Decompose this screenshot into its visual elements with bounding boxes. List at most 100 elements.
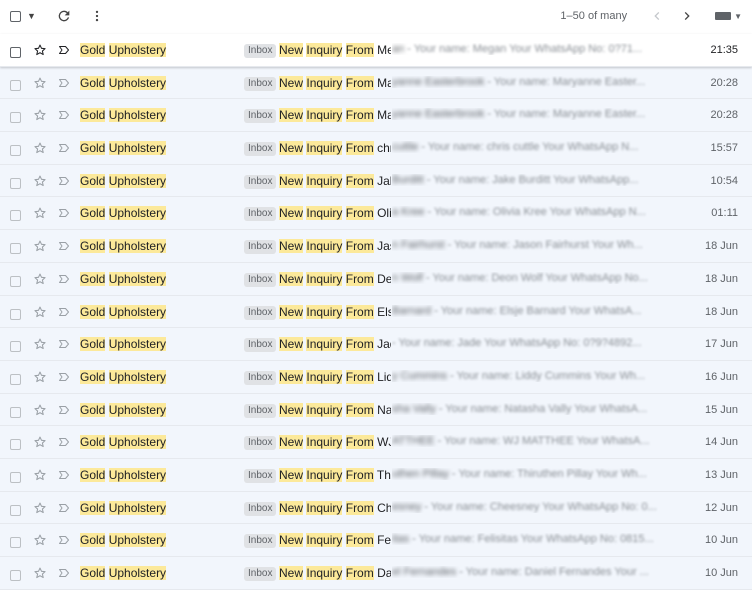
importance-marker-icon[interactable] [58,436,70,448]
row-checkbox[interactable] [10,110,21,128]
inbox-label-badge[interactable]: Inbox [244,501,277,516]
star-icon[interactable] [33,305,47,319]
refresh-icon[interactable] [56,8,72,24]
email-row[interactable]: Gold Upholstery Inbox New Inquiry From D… [0,262,752,296]
star-icon[interactable] [33,206,47,220]
row-checkbox[interactable] [10,241,21,259]
importance-marker-icon[interactable] [58,142,70,154]
subject-name-blurred: yanne Easterbrook [392,75,485,88]
importance-marker-icon[interactable] [58,306,70,318]
email-row[interactable]: Gold Upholstery Inbox New Inquiry From O… [0,197,752,231]
importance-marker-icon[interactable] [58,44,70,56]
email-row[interactable]: Gold Upholstery Inbox New Inquiry From M… [0,99,752,133]
star-icon[interactable] [33,370,47,384]
importance-marker-icon[interactable] [58,502,70,514]
star-icon[interactable] [33,43,47,57]
more-options-icon[interactable] [90,8,104,24]
pagination-range[interactable]: 1–50 of many [560,10,627,22]
inbox-label-badge[interactable]: Inbox [244,76,277,91]
importance-marker-icon[interactable] [58,404,70,416]
email-row[interactable]: Gold Upholstery Inbox New Inquiry From F… [0,524,752,557]
inbox-label-badge[interactable]: Inbox [244,174,277,189]
star-icon[interactable] [33,174,47,188]
row-checkbox[interactable] [10,45,21,63]
importance-marker-icon[interactable] [58,371,70,383]
row-checkbox[interactable] [10,274,21,292]
email-row[interactable]: Gold Upholstery Inbox New Inquiry From D… [0,557,752,590]
inbox-label-badge[interactable]: Inbox [244,370,277,385]
email-row[interactable]: Gold Upholstery Inbox New Inquiry From J… [0,328,752,361]
importance-marker-icon[interactable] [58,338,70,350]
star-icon[interactable] [33,239,47,253]
sender-word: Gold [80,75,106,90]
row-checkbox[interactable] [10,568,21,586]
importance-marker-icon[interactable] [58,207,70,219]
email-preview: - Your name: chris cuttle Your WhatsApp … [418,141,639,154]
importance-marker-icon[interactable] [58,567,70,579]
email-row[interactable]: Gold Upholstery Inbox New Inquiry From N… [0,393,752,427]
email-row[interactable]: Gold Upholstery Inbox New Inquiry From T… [0,458,752,492]
email-row[interactable]: Gold Upholstery Inbox New Inquiry From E… [0,295,752,329]
row-checkbox[interactable] [10,437,21,455]
importance-marker-icon[interactable] [58,77,70,89]
star-icon[interactable] [33,435,47,449]
email-preview: - Your name: Felisitas Your WhatsApp No:… [409,533,654,546]
star-icon[interactable] [33,337,47,351]
row-checkbox[interactable] [10,372,21,390]
row-checkbox[interactable] [10,470,21,488]
newer-page-icon[interactable] [649,8,665,24]
select-dropdown-icon[interactable]: ▼ [27,11,36,21]
row-checkbox[interactable] [10,307,21,325]
row-checkbox[interactable] [10,503,21,521]
email-subject: New Inquiry From Mar [279,108,391,123]
inbox-label-badge[interactable]: Inbox [244,468,277,483]
input-tools-button[interactable]: ▼ [715,12,742,21]
row-checkbox[interactable] [10,143,21,161]
inbox-label-badge[interactable]: Inbox [244,305,277,320]
star-icon[interactable] [33,272,47,286]
star-icon[interactable] [33,76,47,90]
inbox-label-badge[interactable]: Inbox [244,403,277,418]
row-checkbox[interactable] [10,208,21,226]
star-icon[interactable] [33,141,47,155]
email-row[interactable]: Gold Upholstery Inbox New Inquiry From M… [0,66,752,100]
email-row[interactable]: Gold Upholstery Inbox New Inquiry From W… [0,426,752,459]
email-row[interactable]: Gold Upholstery Inbox New Inquiry From L… [0,360,752,394]
inbox-label-badge[interactable]: Inbox [244,534,277,549]
importance-marker-icon[interactable] [58,273,70,285]
email-row[interactable]: Gold Upholstery Inbox New Inquiry From c… [0,132,752,165]
importance-marker-icon[interactable] [58,240,70,252]
star-icon[interactable] [33,468,47,482]
star-icon[interactable] [33,108,47,122]
inbox-label-badge[interactable]: Inbox [244,240,277,255]
select-all-checkbox[interactable] [10,10,21,22]
email-row[interactable]: Gold Upholstery Inbox New Inquiry From M… [0,34,752,67]
inbox-label-badge[interactable]: Inbox [244,207,277,222]
importance-marker-icon[interactable] [58,534,70,546]
star-icon[interactable] [33,501,47,515]
email-row[interactable]: Gold Upholstery Inbox New Inquiry From J… [0,164,752,198]
row-checkbox[interactable] [10,339,21,357]
older-page-icon[interactable] [679,8,695,24]
inbox-label-badge[interactable]: Inbox [244,142,277,157]
inbox-label-badge[interactable]: Inbox [244,109,277,124]
star-icon[interactable] [33,403,47,417]
subject-word: New [279,533,304,548]
row-checkbox[interactable] [10,535,21,553]
row-checkbox[interactable] [10,405,21,423]
inbox-label-badge[interactable]: Inbox [244,436,277,451]
row-checkbox[interactable] [10,78,21,96]
importance-marker-icon[interactable] [58,109,70,121]
inbox-label-badge[interactable]: Inbox [244,44,277,58]
email-date: 16 Jun [704,370,738,383]
inbox-label-badge[interactable]: Inbox [244,272,277,287]
email-row[interactable]: Gold Upholstery Inbox New Inquiry From J… [0,230,752,263]
importance-marker-icon[interactable] [58,469,70,481]
inbox-label-badge[interactable]: Inbox [244,338,277,353]
inbox-label-badge[interactable]: Inbox [244,567,277,581]
importance-marker-icon[interactable] [58,175,70,187]
email-row[interactable]: Gold Upholstery Inbox New Inquiry From C… [0,491,752,525]
star-icon[interactable] [33,533,47,547]
row-checkbox[interactable] [10,176,21,194]
star-icon[interactable] [33,566,47,580]
